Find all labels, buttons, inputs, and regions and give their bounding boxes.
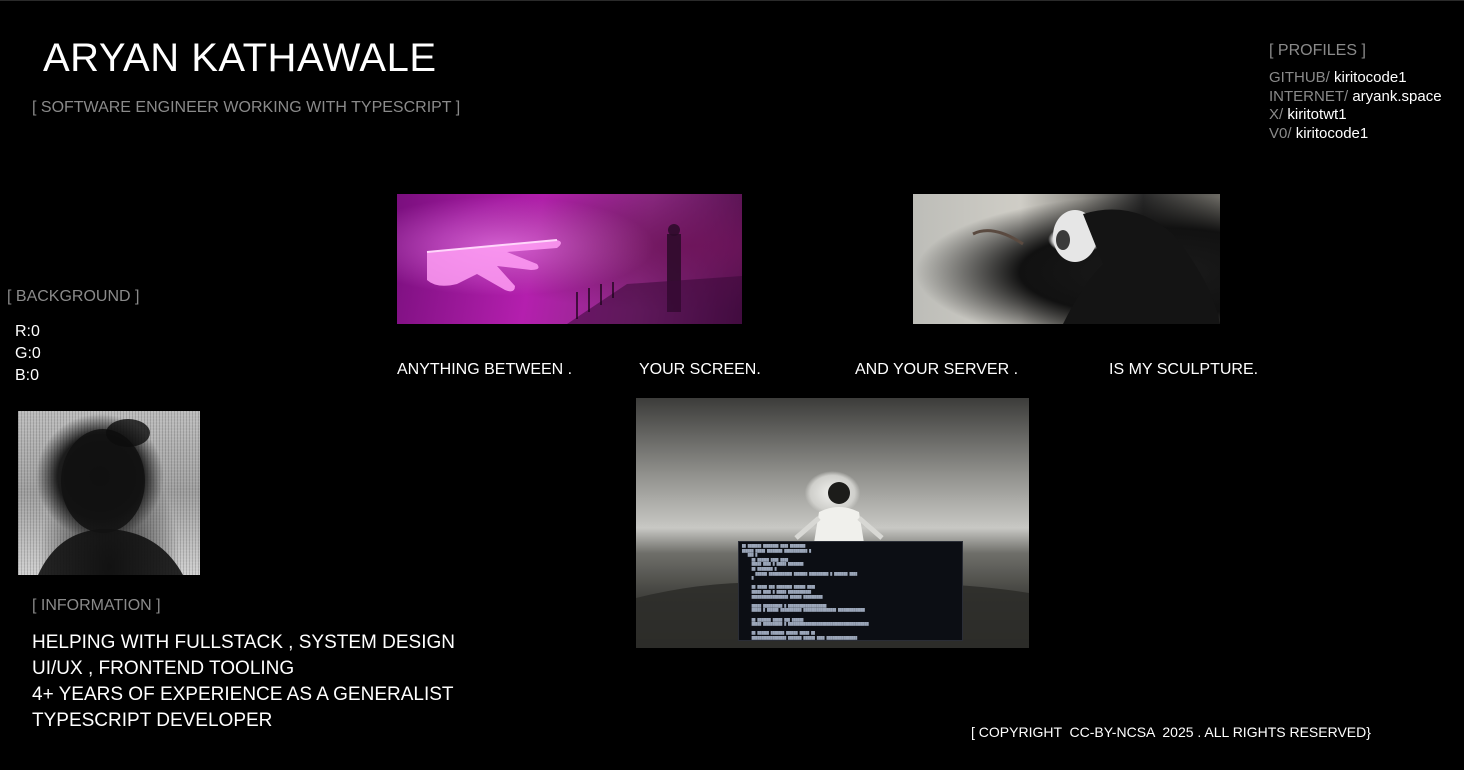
top-border [0,0,1464,1]
role-subtitle: [ SOFTWARE ENGINEER WORKING WITH TYPESCR… [32,99,461,116]
profile-value: aryank.space [1352,87,1442,105]
tagline-part-3: AND YOUR SERVER . [855,361,1019,378]
code-line: ██████████████████ ███████ ██████ ████ █… [742,635,858,640]
profiles-section: [ PROFILES ] GITHUB/ kiritocode1 INTERNE… [1269,42,1442,143]
profile-key: V0 [1269,124,1288,142]
rgb-r: R:0 [15,323,40,340]
tagline-part-4: IS MY SCULPTURE. [1109,361,1259,378]
profile-value: kiritocode1 [1334,69,1407,86]
neon-hand-image [397,194,742,324]
information-line: TYPESCRIPT DEVELOPER [32,710,273,731]
profile-key: X [1269,106,1280,123]
rgb-g: G:0 [15,345,41,362]
avatar [18,411,200,575]
pixel-portrait-illustration [38,419,183,575]
tagline-part-1: ANYTHING BETWEEN . [397,361,573,378]
profile-value: kiritotwt1 [1287,106,1347,123]
background-heading: [ BACKGROUND ] [7,288,140,305]
copyright-footer: [ COPYRIGHT CC-BY-NCSA 2025 . ALL RIGHTS… [971,724,1371,740]
profiles-list: GITHUB/ kiritocode1 INTERNET/ aryank.spa… [1269,69,1442,143]
profile-link-v0[interactable]: V0/ kiritocode1 [1269,125,1442,144]
profile-link-github[interactable]: GITHUB/ kiritocode1 [1269,69,1442,88]
page-title: ARYAN KATHAWALE [43,36,437,80]
code-editor-overlay: ██ ███████ ████████ ████ ████████ ██████… [738,541,963,641]
information-line: HELPING WITH FULLSTACK , SYSTEM DESIGN [32,632,455,653]
headphones-illustration [972,209,1220,324]
headphones-artist-image [913,194,1220,324]
information-heading: [ INFORMATION ] [32,597,161,614]
tagline-part-2: YOUR SCREEN. [639,361,761,378]
neon-hand-illustration [426,224,742,324]
information-list: HELPING WITH FULLSTACK , SYSTEM DESIGN U… [32,630,455,734]
rgb-b: B:0 [15,367,40,384]
profile-sep: / [1325,69,1335,86]
profile-key: INTERNET [1269,87,1344,105]
information-line: UI/UX , FRONTEND TOOLING [32,658,295,679]
profile-link-x[interactable]: X/ kiritotwt1 [1269,106,1442,125]
information-line: 4+ YEARS OF EXPERIENCE AS A GENERALIST [32,684,454,705]
profiles-heading: [ PROFILES ] [1269,42,1366,59]
profile-sep: / [1287,124,1296,142]
profile-link-internet[interactable]: INTERNET/ aryank.space [1269,88,1442,107]
profile-value: kiritocode1 [1295,124,1369,142]
profile-key: GITHUB [1269,69,1326,86]
background-rgb: R:0 G:0 B:0 [15,321,41,387]
